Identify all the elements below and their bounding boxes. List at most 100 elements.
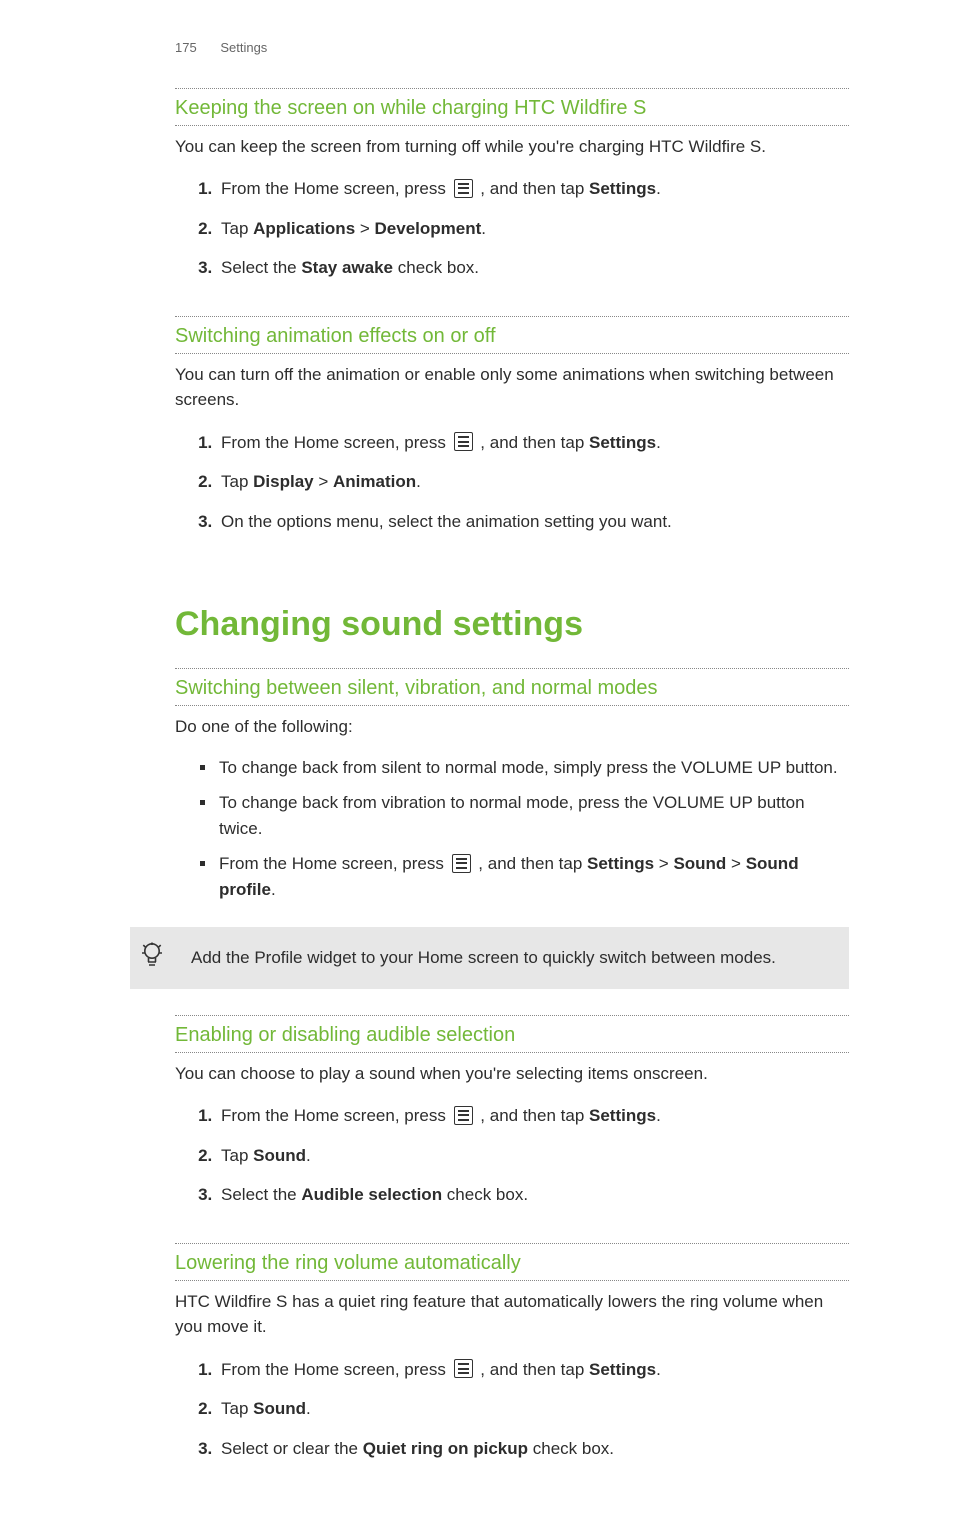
- chapter-heading: Changing sound settings: [175, 599, 849, 650]
- divider: [175, 668, 849, 669]
- term-settings: Settings: [589, 1360, 656, 1379]
- bullet-text: , and then tap: [474, 854, 587, 873]
- step-item: From the Home screen, press , and then t…: [217, 1350, 849, 1390]
- term-settings: Settings: [589, 179, 656, 198]
- section-animation: Switching animation effects on or off Yo…: [175, 316, 849, 542]
- term-sound: Sound: [673, 854, 726, 873]
- section-heading: Enabling or disabling audible selection: [175, 1018, 849, 1050]
- step-item: Tap Sound.: [217, 1136, 849, 1176]
- term-settings: Settings: [589, 433, 656, 452]
- term-sound: Sound: [253, 1146, 306, 1165]
- steps-list: From the Home screen, press , and then t…: [175, 1096, 849, 1215]
- steps-list: From the Home screen, press , and then t…: [175, 169, 849, 288]
- step-text: .: [656, 1106, 661, 1125]
- menu-icon: [454, 432, 473, 451]
- divider: [175, 1280, 849, 1281]
- step-text: check box.: [393, 258, 479, 277]
- section-heading: Switching animation effects on or off: [175, 319, 849, 351]
- section-heading: Keeping the screen on while charging HTC…: [175, 91, 849, 123]
- step-text: check box.: [442, 1185, 528, 1204]
- step-text: .: [656, 1360, 661, 1379]
- divider: [175, 1243, 849, 1244]
- step-text: Tap: [221, 1146, 253, 1165]
- section-audible-selection: Enabling or disabling audible selection …: [175, 1015, 849, 1215]
- step-text: Select or clear the: [221, 1439, 363, 1458]
- bullet-text: .: [271, 880, 276, 899]
- step-item: Select the Audible selection check box.: [217, 1175, 849, 1215]
- step-text: Tap: [221, 219, 253, 238]
- step-text: .: [656, 433, 661, 452]
- divider: [175, 88, 849, 89]
- step-item: From the Home screen, press , and then t…: [217, 1096, 849, 1136]
- section-sound-modes: Switching between silent, vibration, and…: [175, 668, 849, 907]
- divider: [175, 316, 849, 317]
- step-text: From the Home screen, press: [221, 1360, 451, 1379]
- bullet-item: To change back from silent to normal mod…: [217, 750, 849, 786]
- term-quiet-ring: Quiet ring on pickup: [363, 1439, 528, 1458]
- step-text: From the Home screen, press: [221, 1106, 451, 1125]
- intro-text: You can choose to play a sound when you'…: [175, 1061, 849, 1087]
- step-item: Select the Stay awake check box.: [217, 248, 849, 288]
- step-text: From the Home screen, press: [221, 179, 451, 198]
- intro-text: You can turn off the animation or enable…: [175, 362, 849, 413]
- step-item: Select or clear the Quiet ring on pickup…: [217, 1429, 849, 1469]
- tip-text: Add the Profile widget to your Home scre…: [191, 945, 776, 971]
- step-item: Tap Display > Animation.: [217, 462, 849, 502]
- section-keep-screen-on: Keeping the screen on while charging HTC…: [175, 88, 849, 288]
- step-item: Tap Sound.: [217, 1389, 849, 1429]
- step-text: .: [416, 472, 421, 491]
- term-audible-selection: Audible selection: [301, 1185, 442, 1204]
- divider: [175, 353, 849, 354]
- divider: [175, 125, 849, 126]
- term-display: Display: [253, 472, 313, 491]
- step-text: On the options menu, select the animatio…: [221, 512, 672, 531]
- step-item: From the Home screen, press , and then t…: [217, 423, 849, 463]
- bullet-text: To change back from silent to normal mod…: [219, 758, 838, 777]
- term-stay-awake: Stay awake: [301, 258, 393, 277]
- step-text: >: [314, 472, 333, 491]
- bullet-text: To change back from vibration to normal …: [219, 793, 805, 838]
- term-settings: Settings: [587, 854, 654, 873]
- bullet-list: To change back from silent to normal mod…: [175, 750, 849, 908]
- term-applications: Applications: [253, 219, 355, 238]
- lightbulb-icon: [138, 941, 166, 977]
- divider: [175, 1052, 849, 1053]
- step-text: .: [656, 179, 661, 198]
- header-section: Settings: [220, 40, 267, 55]
- step-text: , and then tap: [476, 1360, 589, 1379]
- bullet-text: >: [726, 854, 745, 873]
- step-text: .: [481, 219, 486, 238]
- section-lowering-ring: Lowering the ring volume automatically H…: [175, 1243, 849, 1469]
- menu-icon: [454, 1106, 473, 1125]
- intro-text: HTC Wildfire S has a quiet ring feature …: [175, 1289, 849, 1340]
- bullet-item: From the Home screen, press , and then t…: [217, 846, 849, 907]
- running-header: 175 Settings: [175, 38, 849, 58]
- step-text: , and then tap: [476, 433, 589, 452]
- intro-text: Do one of the following:: [175, 714, 849, 740]
- bullet-text: From the Home screen, press: [219, 854, 449, 873]
- step-text: >: [355, 219, 374, 238]
- steps-list: From the Home screen, press , and then t…: [175, 423, 849, 542]
- step-text: check box.: [528, 1439, 614, 1458]
- step-text: .: [306, 1399, 311, 1418]
- section-heading: Switching between silent, vibration, and…: [175, 671, 849, 703]
- term-sound: Sound: [253, 1399, 306, 1418]
- menu-icon: [452, 854, 471, 873]
- divider: [175, 705, 849, 706]
- step-item: Tap Applications > Development.: [217, 209, 849, 249]
- step-text: Tap: [221, 1399, 253, 1418]
- step-text: .: [306, 1146, 311, 1165]
- step-text: From the Home screen, press: [221, 433, 451, 452]
- term-settings: Settings: [589, 1106, 656, 1125]
- step-item: On the options menu, select the animatio…: [217, 502, 849, 542]
- steps-list: From the Home screen, press , and then t…: [175, 1350, 849, 1469]
- term-development: Development: [375, 219, 482, 238]
- bullet-item: To change back from vibration to normal …: [217, 785, 849, 846]
- intro-text: You can keep the screen from turning off…: [175, 134, 849, 160]
- step-text: , and then tap: [476, 1106, 589, 1125]
- divider: [175, 1015, 849, 1016]
- term-animation: Animation: [333, 472, 416, 491]
- step-text: , and then tap: [476, 179, 589, 198]
- section-heading: Lowering the ring volume automatically: [175, 1246, 849, 1278]
- step-text: Select the: [221, 258, 301, 277]
